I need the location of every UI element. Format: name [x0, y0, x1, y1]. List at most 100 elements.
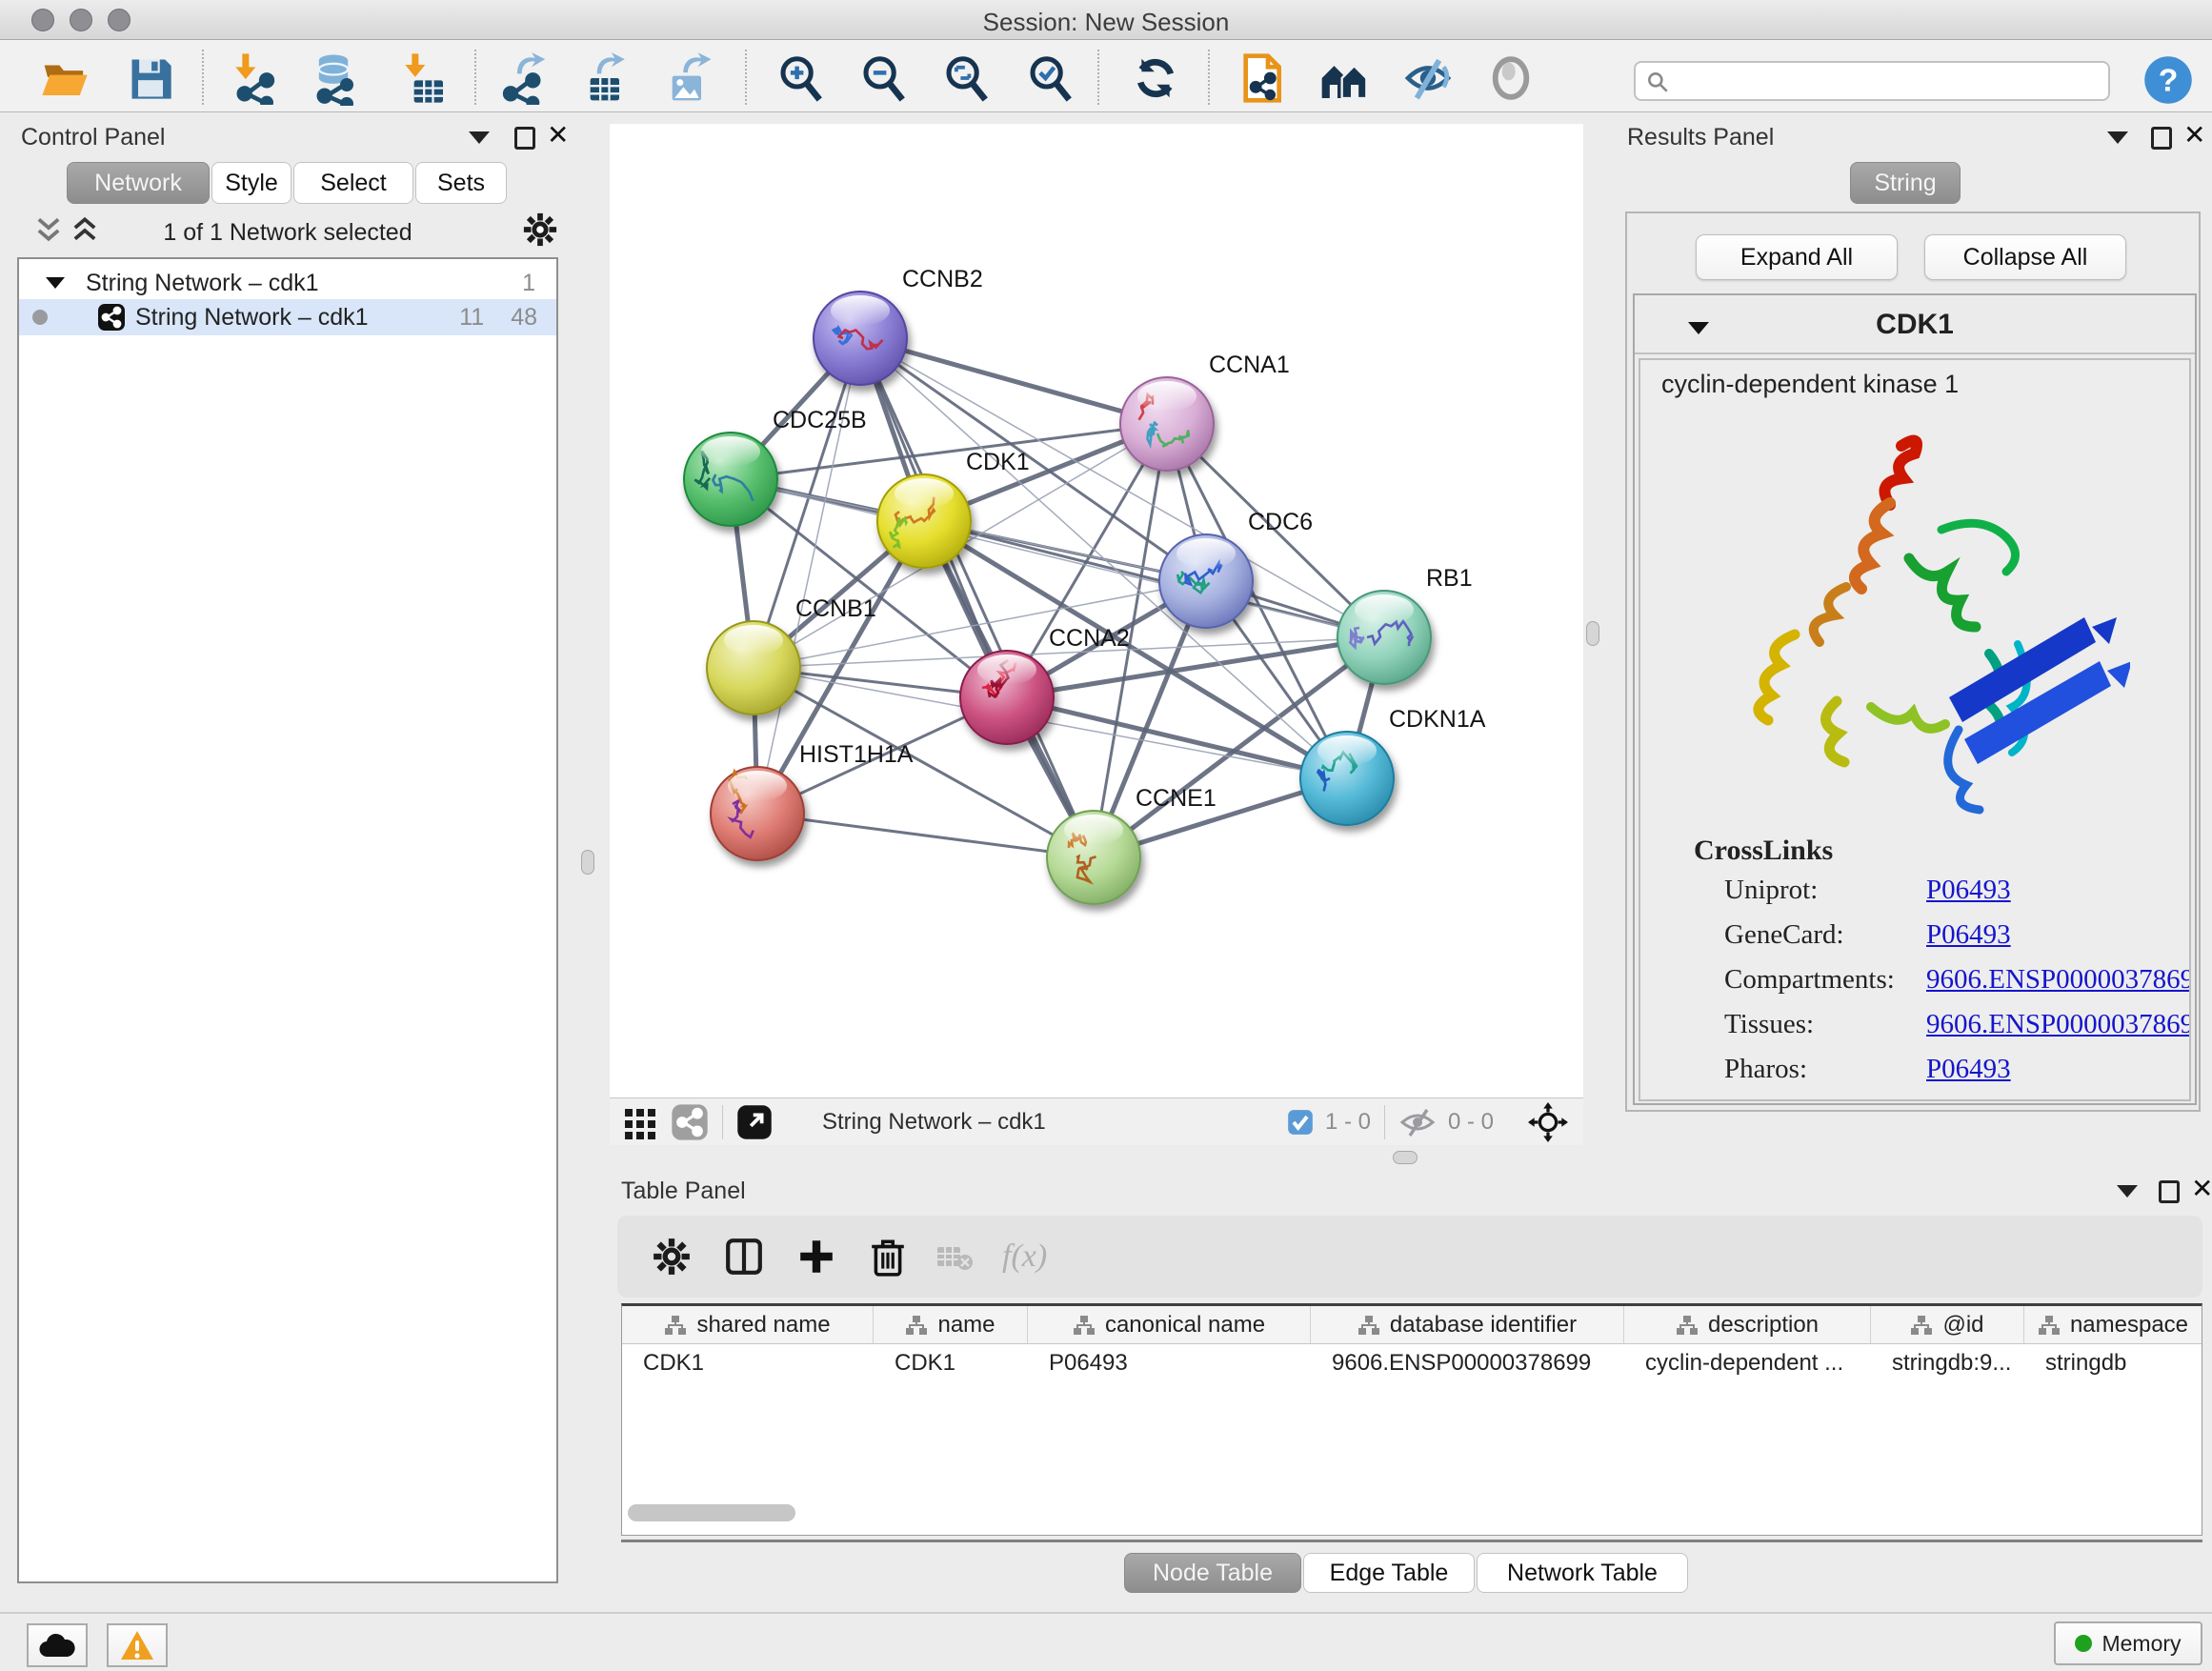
warnings-button[interactable]	[107, 1623, 168, 1667]
graph-node-RB1[interactable]: RB1	[1337, 565, 1473, 684]
expand-all-button[interactable]: Expand All	[1696, 234, 1898, 280]
zoom-out-button[interactable]	[856, 51, 910, 105]
panel-float-button[interactable]	[2159, 1180, 2180, 1203]
tab-sets[interactable]: Sets	[415, 162, 507, 204]
table-cell[interactable]: P06493	[1028, 1344, 1311, 1382]
panel-float-button[interactable]	[2151, 127, 2172, 150]
column-type-icon	[1676, 1315, 1699, 1336]
hidden-eye-icon[interactable]	[1398, 1106, 1437, 1138]
graph-node-HIST1H1A[interactable]: HIST1H1A	[711, 741, 914, 860]
crosslink-value[interactable]: P06493	[1926, 919, 2011, 964]
export-network-icon	[497, 51, 551, 105]
panel-close-button[interactable]: ✕	[2191, 1178, 2212, 1200]
zoom-out-icon	[857, 52, 909, 104]
crosslink-value[interactable]: P06493	[1926, 1054, 2011, 1098]
graph-node-CCNB1[interactable]: CCNB1	[707, 595, 876, 715]
column-header[interactable]: canonical name	[1028, 1306, 1311, 1344]
left-splitter-handle[interactable]	[581, 850, 594, 875]
column-header[interactable]: name	[874, 1306, 1028, 1344]
tab-network[interactable]: Network	[67, 162, 210, 204]
graph-node-CCNE1[interactable]: CCNE1	[1047, 785, 1217, 904]
graph-edge-CCNE1-HIST1H1A[interactable]	[757, 814, 1094, 857]
horizontal-scrollbar-thumb[interactable]	[628, 1504, 795, 1521]
graph-edge-CCNA2-CDKN1A[interactable]	[1007, 697, 1347, 778]
crosslink-value[interactable]: 9606.ENSP00000378699	[1926, 964, 2191, 1009]
column-header[interactable]: shared name	[622, 1306, 874, 1344]
crosslink-value[interactable]: 9606.ENSP00000378699	[1926, 1009, 2191, 1054]
panel-close-button[interactable]: ✕	[547, 124, 569, 147]
show-hide-graphics-button[interactable]	[1401, 51, 1455, 105]
panel-float-button[interactable]	[514, 127, 535, 150]
panel-menu-caret[interactable]	[2107, 131, 2128, 144]
graph-edge-CCNB2-CCNA1[interactable]	[860, 338, 1167, 424]
table-options-gear-icon[interactable]	[652, 1237, 692, 1277]
column-header[interactable]: database identifier	[1311, 1306, 1624, 1344]
tab-select[interactable]: Select	[293, 162, 413, 204]
search-input[interactable]	[1634, 61, 2110, 101]
share-document-button[interactable]	[1235, 51, 1288, 105]
table-cell[interactable]: CDK1	[874, 1344, 1028, 1382]
open-session-button[interactable]	[38, 51, 91, 105]
panel-close-button[interactable]: ✕	[2183, 124, 2205, 147]
memory-button[interactable]: Memory	[2054, 1621, 2202, 1665]
network-options-gear-icon[interactable]	[522, 211, 558, 248]
export-table-button[interactable]	[579, 51, 633, 105]
zoom-in-button[interactable]	[774, 51, 827, 105]
tree-expand-caret[interactable]	[46, 277, 65, 289]
home-button[interactable]	[1317, 51, 1371, 105]
graph-node-label: CDC6	[1248, 509, 1313, 535]
table-cell[interactable]: CDK1	[622, 1344, 874, 1382]
refresh-button[interactable]	[1129, 51, 1182, 105]
tab-string[interactable]: String	[1850, 162, 1961, 204]
eye-button[interactable]	[1484, 51, 1538, 105]
collapse-all-button[interactable]: Collapse All	[1924, 234, 2126, 280]
graph-node-CDKN1A[interactable]: CDKN1A	[1300, 706, 1486, 825]
show-columns-icon[interactable]	[724, 1237, 764, 1277]
export-image-button[interactable]	[661, 51, 714, 105]
fit-selected-crosshair-icon[interactable]	[1528, 1102, 1568, 1142]
network-collection-row[interactable]: String Network – cdk1 1	[19, 265, 556, 301]
network-share-icon[interactable]	[671, 1103, 709, 1141]
help-button[interactable]: ?	[2142, 53, 2195, 107]
table-cell[interactable]: 9606.ENSP00000378699	[1311, 1344, 1624, 1382]
zoom-selected-button[interactable]	[1023, 51, 1076, 105]
column-header[interactable]: description	[1624, 1306, 1871, 1344]
save-session-button[interactable]	[124, 51, 177, 105]
zoom-fit-button[interactable]	[939, 51, 993, 105]
table-cell[interactable]: stringdb	[2024, 1344, 2202, 1382]
bottom-splitter-handle[interactable]	[1393, 1151, 1418, 1164]
grid-view-icon[interactable]	[623, 1105, 657, 1139]
tab-network-table[interactable]: Network Table	[1477, 1553, 1688, 1593]
graph-node-CDK1[interactable]: CDK1	[877, 449, 1030, 568]
import-table-button[interactable]	[396, 51, 450, 105]
crosslink-value[interactable]: P06493	[1926, 875, 2011, 919]
graph-node-CDC6[interactable]: CDC6	[1159, 509, 1313, 628]
tab-style[interactable]: Style	[211, 162, 292, 204]
table-cell[interactable]: stringdb:9...	[1871, 1344, 2024, 1382]
delete-column-icon[interactable]	[869, 1237, 907, 1277]
graph-node-CCNA1[interactable]: CCNA1	[1120, 352, 1290, 471]
column-header[interactable]: @id	[1871, 1306, 2024, 1344]
graph-edge-CCNB2-CCNE1[interactable]	[860, 338, 1094, 857]
cloud-button[interactable]	[27, 1623, 88, 1667]
graph-edge-CDC6-CCNB1[interactable]	[754, 581, 1206, 668]
panel-menu-caret[interactable]	[2117, 1185, 2138, 1198]
cdk1-details: cyclin-dependent kinase 1	[1639, 358, 2191, 1101]
table-row[interactable]: CDK1 CDK1 P06493 9606.ENSP00000378699 cy…	[622, 1344, 2202, 1382]
import-network-database-button[interactable]	[307, 51, 360, 105]
open-in-window-icon[interactable]	[736, 1104, 773, 1140]
network-row[interactable]: String Network – cdk1 11 48	[19, 299, 556, 335]
tab-edge-table[interactable]: Edge Table	[1303, 1553, 1475, 1593]
crosslink-row: Pharos: P06493	[1724, 1054, 2191, 1098]
add-column-icon[interactable]	[796, 1237, 836, 1277]
column-header[interactable]: namespace	[2024, 1306, 2202, 1344]
right-splitter-handle[interactable]	[1586, 621, 1599, 646]
tab-node-table[interactable]: Node Table	[1124, 1553, 1301, 1593]
import-network-file-button[interactable]	[227, 51, 280, 105]
export-network-button[interactable]	[497, 51, 551, 105]
panel-menu-caret[interactable]	[469, 131, 490, 144]
control-panel: Control Panel ✕ NetworkStyleSelectSets 1…	[8, 116, 568, 1608]
table-cell[interactable]: cyclin-dependent ...	[1624, 1344, 1871, 1382]
network-canvas[interactable]: CCNB2CCNA1CDC25BCDK1CDC6RB1CCNB1CCNA2CDK…	[610, 124, 1583, 1097]
selected-checkbox-icon[interactable]	[1287, 1109, 1314, 1136]
